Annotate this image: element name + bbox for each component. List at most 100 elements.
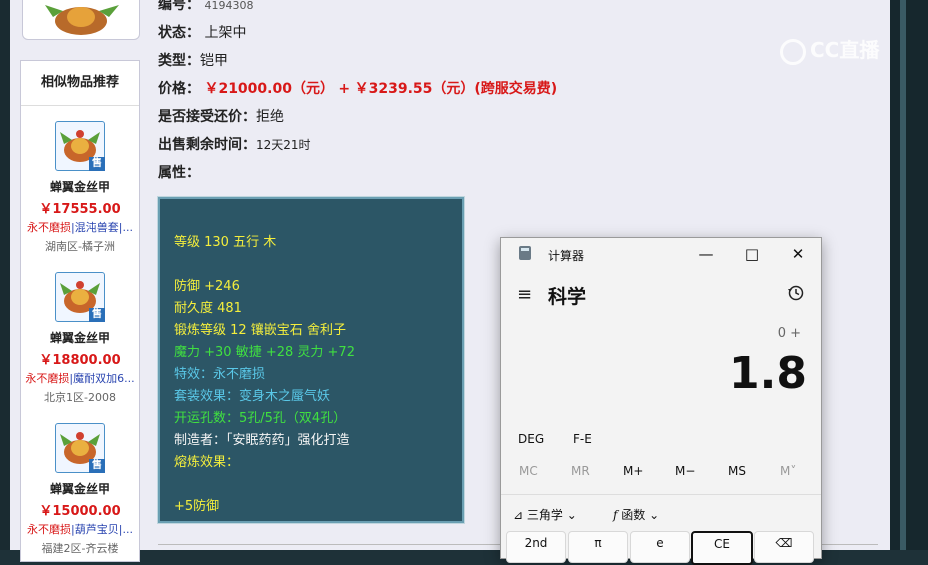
item-thumbnail[interactable]: 售 — [55, 272, 105, 322]
close-button[interactable]: ✕ — [783, 242, 813, 266]
item-thumbnail-top — [22, 0, 140, 40]
item-thumbnail[interactable]: 售 — [55, 121, 105, 171]
price-fee: ￥3239.55（元）(跨服交易费) — [354, 81, 558, 97]
expression-display: 0 + — [777, 326, 801, 341]
fe-toggle[interactable]: F-E — [573, 432, 592, 446]
remaining-label: 出售剩余时间： — [158, 137, 256, 153]
type-value: 铠甲 — [200, 53, 228, 69]
item-tags: 永不磨损|葫芦宝贝|... — [21, 521, 139, 537]
price-label: 价格： — [158, 81, 200, 97]
item-region: 北京1区-2008 — [44, 391, 116, 404]
attribute-box: 等级 130 五行 木 防御 +246 耐久度 481 锻炼等级 12 镶嵌宝石… — [157, 196, 465, 524]
item-thumbnail[interactable]: 售 — [55, 423, 105, 473]
item-tags: 永不磨损|混沌兽套|... — [21, 219, 139, 235]
memory-store-button[interactable]: MS — [728, 464, 746, 478]
bargain-label: 是否接受还价： — [158, 109, 256, 125]
attr-defense: 防御 +246 — [174, 279, 240, 294]
calculator-divider — [501, 494, 821, 495]
attr-stats: 魔力 +30 敏捷 +28 灵力 +72 — [174, 345, 355, 360]
price-plus: + — [338, 81, 351, 97]
function-icon: f — [613, 508, 618, 522]
attributes-row: 属性： — [158, 162, 200, 182]
function-label: 函数 — [621, 508, 646, 522]
hamburger-menu-icon[interactable]: ≡ — [517, 286, 532, 304]
tag-primary: 永不磨损 — [25, 372, 70, 385]
result-display: 1.8 — [729, 348, 807, 399]
memory-clear-button[interactable]: MC — [519, 464, 538, 478]
id-label: 编号： — [158, 0, 200, 13]
status-label: 状态： — [158, 25, 200, 41]
attr-maker: 制造者：「安眠药药」强化打造 — [174, 433, 350, 448]
similar-item-card[interactable]: 售 蝉翼金丝甲 ￥15000.00 永不磨损|葫芦宝贝|... 福建2区-齐云楼 — [21, 423, 139, 556]
e-key[interactable]: e — [630, 531, 690, 563]
backspace-key[interactable]: ⌫ — [754, 531, 814, 563]
trig-label: 三角学 — [526, 508, 563, 522]
attr-sockets: 开运孔数：5孔/5孔（双4孔） — [174, 411, 347, 426]
tag-secondary: |魔耐双加6... — [69, 372, 135, 385]
similar-items-panel: 相似物品推荐 售 蝉翼金丝甲 ￥17555.00 永不磨损|混沌兽套|... 湖… — [20, 60, 140, 562]
tag-primary: 永不磨损 — [27, 523, 72, 536]
calculator-title: 计算器 — [548, 249, 585, 263]
armor-icon — [45, 5, 119, 35]
sell-badge: 售 — [89, 459, 105, 473]
watermark-text: CC直播 — [810, 38, 880, 62]
function-dropdown[interactable]: f 函数 ⌄ — [613, 506, 659, 523]
item-region: 湖南区-橘子洲 — [45, 240, 115, 253]
item-name[interactable]: 蝉翼金丝甲 — [21, 178, 139, 195]
sell-badge: 售 — [89, 157, 105, 171]
tag-secondary: |葫芦宝贝|... — [71, 523, 133, 536]
trig-dropdown[interactable]: ⊿ 三角学 ⌄ — [513, 506, 577, 523]
remaining-time-row: 出售剩余时间：12天21时 — [158, 134, 311, 154]
pi-key[interactable]: π — [568, 531, 628, 563]
calculator-app-icon — [519, 246, 531, 260]
right-accent-strip — [900, 0, 906, 550]
bargain-row: 是否接受还价：拒绝 — [158, 106, 284, 126]
tag-secondary: |混沌兽套|... — [71, 221, 133, 234]
attr-forge: 锻炼等级 12 镶嵌宝石 舍利子 — [174, 323, 346, 338]
attributes-label: 属性： — [158, 165, 200, 181]
calculator-window[interactable]: 计算器 — □ ✕ ≡ 科学 0 + 1.8 DEG F-E MC MR M+ … — [500, 237, 822, 565]
bargain-value: 拒绝 — [256, 109, 284, 125]
price-main: ￥21000.00（元） — [204, 81, 334, 97]
logo-ring-icon — [780, 38, 806, 65]
deg-toggle[interactable]: DEG — [518, 432, 544, 446]
sell-badge: 售 — [89, 308, 105, 322]
attr-durability: 耐久度 481 — [174, 301, 242, 316]
similar-item-card[interactable]: 售 蝉翼金丝甲 ￥18800.00 永不磨损|魔耐双加6... 北京1区-200… — [21, 272, 139, 405]
memory-recall-button[interactable]: MR — [571, 464, 590, 478]
price-row: 价格： ￥21000.00（元） + ￥3239.55（元）(跨服交易费) — [158, 78, 557, 98]
chevron-down-icon: ⌄ — [649, 508, 660, 522]
watermark-logo: CC直播 — [780, 34, 880, 65]
similar-items-title: 相似物品推荐 — [21, 61, 139, 106]
attr-set-effect: 套装效果：变身木之蜃气妖 — [174, 389, 331, 404]
history-icon[interactable] — [787, 284, 805, 302]
clear-entry-key[interactable]: CE — [691, 531, 753, 565]
remaining-value: 12天21时 — [256, 138, 311, 152]
type-label: 类型： — [158, 53, 200, 69]
item-region: 福建2区-齐云楼 — [41, 542, 119, 555]
attr-special: 特效：永不磨损 — [174, 367, 266, 382]
left-dark-rail — [0, 0, 10, 550]
attr-bonus: +5防御 — [174, 499, 220, 514]
memory-subtract-button[interactable]: M− — [675, 464, 695, 478]
item-name[interactable]: 蝉翼金丝甲 — [21, 329, 139, 346]
attr-level: 等级 130 五行 木 — [174, 235, 277, 250]
item-price: ￥17555.00 — [39, 202, 121, 217]
right-dark-edge — [890, 0, 928, 550]
tag-primary: 永不磨损 — [27, 221, 72, 234]
item-tags: 永不磨损|魔耐双加6... — [21, 370, 139, 386]
item-id-row: 编号： 4194308 — [158, 0, 253, 14]
status-row: 状态： 上架中 — [158, 22, 246, 42]
item-price: ￥18800.00 — [39, 353, 121, 368]
memory-list-button[interactable]: M˅ — [780, 464, 796, 478]
similar-item-card[interactable]: 售 蝉翼金丝甲 ￥17555.00 永不磨损|混沌兽套|... 湖南区-橘子洲 — [21, 121, 139, 254]
minimize-button[interactable]: — — [691, 242, 721, 266]
item-name[interactable]: 蝉翼金丝甲 — [21, 480, 139, 497]
id-value: 4194308 — [204, 0, 254, 12]
maximize-button[interactable]: □ — [737, 242, 767, 266]
type-row: 类型：铠甲 — [158, 50, 228, 70]
calculator-mode: 科学 — [548, 286, 587, 308]
memory-add-button[interactable]: M+ — [623, 464, 643, 478]
item-price: ￥15000.00 — [39, 504, 121, 519]
second-key[interactable]: 2nd — [506, 531, 566, 563]
